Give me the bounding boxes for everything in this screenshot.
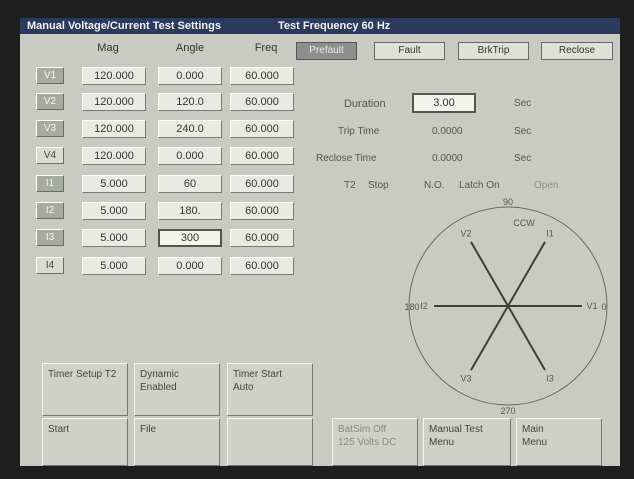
i1-mag-field[interactable]: 5.000 [82, 175, 146, 193]
channel-button-i4[interactable]: I4 [36, 257, 64, 274]
v3-mag-field[interactable]: 120.000 [82, 120, 146, 138]
phasor-label-i2: I2 [420, 301, 428, 311]
reclose-time-value: 0.0000 [432, 153, 463, 164]
timer-setup-t2-button[interactable]: Timer Setup T2 [42, 363, 128, 416]
phasor-label-v1: V1 [586, 301, 597, 311]
settings-title: Manual Voltage/Current Test Settings [27, 20, 221, 32]
reclose-time-unit: Sec [514, 153, 532, 164]
stop-label: Stop [368, 180, 389, 191]
i4-freq-field[interactable]: 60.000 [230, 257, 294, 275]
tick-label-180: 180 [404, 302, 419, 312]
v1-mag-field[interactable]: 120.000 [82, 67, 146, 85]
mag-column-header: Mag [97, 42, 119, 54]
i4-mag-field[interactable]: 5.000 [82, 257, 146, 275]
i2-freq-field[interactable]: 60.000 [230, 202, 294, 220]
main-menu-button[interactable]: Main Menu [516, 418, 602, 466]
manual-menu-label: Menu [429, 437, 455, 448]
i2-mag-field[interactable]: 5.000 [82, 202, 146, 220]
trip-time-label: Trip Time [338, 126, 380, 137]
phasor-label-v3: V3 [460, 374, 471, 384]
i2-angle-field[interactable]: 180. [158, 202, 222, 220]
reclose-button[interactable]: Reclose [541, 42, 613, 60]
frequency-title: Test Frequency 60 Hz [278, 20, 391, 32]
v1-freq-field[interactable]: 60.000 [230, 67, 294, 85]
i1-angle-field[interactable]: 60 [158, 175, 222, 193]
auto-label: Auto [233, 382, 254, 393]
open-label: Open [534, 180, 559, 191]
timer-start-label: Timer Start [233, 369, 283, 380]
test-settings-screen: Manual Voltage/Current Test Settings Tes… [20, 18, 620, 466]
file-button[interactable]: File [134, 418, 220, 466]
main-label: Main [522, 424, 544, 435]
prefault-button[interactable]: Prefault [296, 42, 357, 60]
channel-button-i3[interactable]: I3 [36, 229, 64, 246]
trip-time-value: 0.0000 [432, 126, 463, 137]
duration-unit: Sec [514, 98, 532, 109]
start-label: Start [48, 424, 70, 435]
v4-mag-field[interactable]: 120.000 [82, 147, 146, 165]
latch-on-label: Latch On [459, 180, 500, 191]
channel-button-v3[interactable]: V3 [36, 120, 64, 137]
blank-softkey[interactable] [227, 418, 313, 466]
duration-label: Duration [344, 98, 386, 110]
v2-angle-field[interactable]: 120.0 [158, 93, 222, 111]
manual-test-menu-button[interactable]: Manual Test Menu [423, 418, 511, 466]
channel-button-i2[interactable]: I2 [36, 202, 64, 219]
angle-column-header: Angle [175, 42, 205, 54]
start-button[interactable]: Start [42, 418, 128, 466]
i3-angle-field[interactable]: 300 [158, 229, 222, 247]
tick-label-90: 90 [503, 197, 513, 207]
phasor-label-v2: V2 [460, 228, 471, 238]
phasor-vector-v3 [470, 305, 509, 371]
normally-open-label: N.O. [424, 180, 445, 191]
phasor-label-i3: I3 [546, 374, 554, 384]
phasor-vector-i1 [507, 241, 546, 307]
enabled-label: Enabled [140, 382, 177, 393]
duration-field[interactable]: 3.00 [412, 93, 476, 113]
tick-label-0: 0 [601, 302, 606, 312]
v4-angle-field[interactable]: 0.000 [158, 147, 222, 165]
phasor-vector-v2 [470, 241, 509, 307]
phasor-label-i1: I1 [546, 228, 554, 238]
v2-freq-field[interactable]: 60.000 [230, 93, 294, 111]
freq-column-header: Freq [254, 42, 278, 54]
fault-button[interactable]: Fault [374, 42, 445, 60]
phasor-diagram: V1 V2 V3 I1 I2 I3 90 0 180 270 CCW [404, 197, 608, 416]
v3-angle-field[interactable]: 240.0 [158, 120, 222, 138]
v4-freq-field[interactable]: 60.000 [230, 147, 294, 165]
dynamic-enabled-button[interactable]: Dynamic Enabled [134, 363, 220, 416]
brktrip-button[interactable]: BrkTrip [458, 42, 529, 60]
reclose-time-label: Reclose Time [316, 153, 377, 164]
title-bar: Manual Voltage/Current Test Settings Tes… [20, 18, 620, 34]
phasor-vector-i3 [507, 305, 546, 371]
v3-freq-field[interactable]: 60.000 [230, 120, 294, 138]
manual-test-label: Manual Test [429, 424, 483, 435]
i4-angle-field[interactable]: 0.000 [158, 257, 222, 275]
timer-setup-label: Timer Setup T2 [48, 369, 117, 380]
channel-button-i1[interactable]: I1 [36, 175, 64, 192]
main-menu-label: Menu [522, 437, 548, 448]
trip-time-unit: Sec [514, 126, 532, 137]
rotation-label: CCW [513, 218, 535, 228]
batsim-label: BatSim Off [338, 424, 387, 435]
v1-angle-field[interactable]: 0.000 [158, 67, 222, 85]
v2-mag-field[interactable]: 120.000 [82, 93, 146, 111]
timer-start-auto-button[interactable]: Timer Start Auto [227, 363, 313, 416]
t2-label: T2 [344, 180, 356, 191]
i3-freq-field[interactable]: 60.000 [230, 229, 294, 247]
tick-label-270: 270 [500, 406, 515, 416]
channel-button-v1[interactable]: V1 [36, 67, 64, 84]
i1-freq-field[interactable]: 60.000 [230, 175, 294, 193]
channel-button-v4[interactable]: V4 [36, 147, 64, 164]
channel-button-v2[interactable]: V2 [36, 93, 64, 110]
batsim-button[interactable]: BatSim Off 125 Volts DC [332, 418, 418, 466]
dynamic-label: Dynamic [140, 369, 179, 380]
i3-mag-field[interactable]: 5.000 [82, 229, 146, 247]
batsim-voltage-label: 125 Volts DC [338, 437, 397, 448]
file-label: File [140, 424, 157, 435]
